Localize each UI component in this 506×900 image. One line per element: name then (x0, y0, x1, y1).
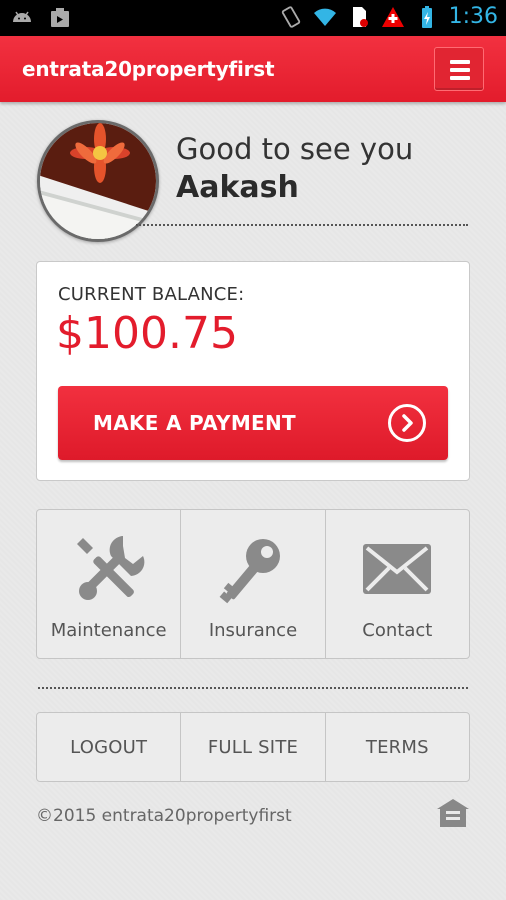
wrench-screwdriver-icon (76, 536, 145, 600)
quick-actions: Maintenance Insurance Contact (36, 509, 470, 659)
copyright-text: ©2015 entrata20propertyfirst (36, 806, 292, 826)
logout-button[interactable]: LOGOUT (37, 713, 182, 781)
balance-label: CURRENT BALANCE: (58, 284, 245, 305)
terms-button[interactable]: TERMS (326, 713, 469, 781)
tile-label-insurance: Insurance (208, 620, 298, 641)
alert-icon (381, 6, 404, 27)
battery-icon (421, 5, 432, 28)
make-payment-button[interactable]: MAKE A PAYMENT (58, 386, 448, 460)
tile-contact[interactable]: Contact (326, 510, 469, 658)
greeting-text: Good to see you (176, 132, 414, 166)
tile-label-maintenance: Maintenance (50, 620, 167, 641)
tile-insurance[interactable]: Insurance (181, 510, 326, 658)
key-icon (219, 539, 280, 604)
envelope-icon (363, 544, 432, 594)
balance-card: CURRENT BALANCE: $100.75 MAKE A PAYMENT (36, 261, 470, 481)
footer-links: LOGOUT FULL SITE TERMS (36, 712, 470, 782)
hamburger-icon (450, 60, 470, 64)
user-name: Aakash (176, 170, 299, 205)
full-site-button[interactable]: FULL SITE (181, 713, 326, 781)
menu-button[interactable] (434, 47, 484, 91)
divider (38, 687, 468, 689)
avatar-photo (40, 123, 156, 239)
wifi-icon (313, 8, 336, 26)
photo-icon (51, 8, 69, 27)
divider (136, 224, 468, 226)
tile-label-contact: Contact (362, 620, 433, 641)
app-title: entrata20propertyfirst (22, 57, 275, 81)
make-payment-label: MAKE A PAYMENT (93, 411, 296, 435)
status-clock: 1:36 (448, 4, 498, 29)
app-bar: entrata20propertyfirst (0, 36, 506, 102)
sim-icon (352, 6, 368, 27)
chevron-right-icon (388, 404, 426, 442)
equal-housing-icon (437, 799, 469, 827)
balance-amount: $100.75 (56, 308, 238, 359)
tile-maintenance[interactable]: Maintenance (37, 510, 182, 658)
android-icon (13, 11, 31, 22)
vibrate-icon (281, 5, 300, 28)
status-bar: 1:36 (0, 0, 506, 36)
